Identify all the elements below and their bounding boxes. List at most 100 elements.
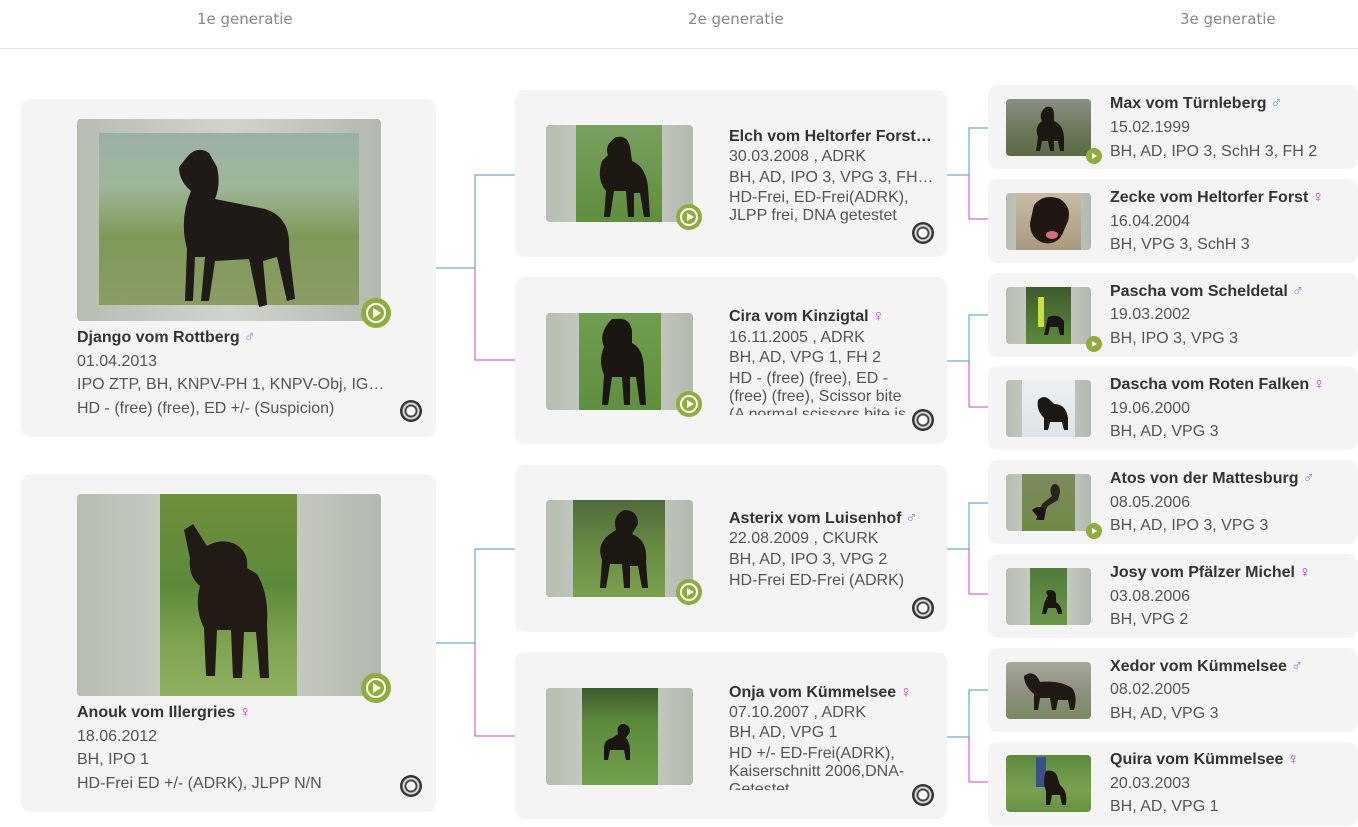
gen3-card[interactable]: Dascha vom Roten Falken ♀ 19.06.2000 BH, …: [988, 366, 1358, 450]
dog-birthdate: 07.10.2007 , ADRK: [729, 704, 866, 721]
club-seal-icon: [912, 409, 934, 431]
dog-photo[interactable]: [546, 688, 693, 785]
dog-titles: BH, AD, VPG 3: [1110, 423, 1219, 440]
dog-titles: BH, AD, VPG 1: [1110, 798, 1219, 815]
dog-name[interactable]: Anouk vom Illergries: [77, 704, 235, 721]
gen3-card[interactable]: Josy vom Pfälzer Michel ♀ 03.08.2006 BH, …: [988, 554, 1358, 638]
dog-name[interactable]: Atos von der Mattesburg: [1110, 470, 1298, 487]
club-seal-icon: [400, 775, 422, 797]
dog-titles: BH, VPG 2: [1110, 611, 1189, 628]
dog-name[interactable]: Pascha vom Scheldetal: [1110, 283, 1288, 300]
female-symbol-icon: ♀: [900, 684, 913, 701]
dog-titles: BH, IPO 3, VPG 3: [1110, 330, 1239, 347]
dog-photo[interactable]: [1006, 193, 1091, 250]
dog-titles: IPO ZTP, BH, KNPV-PH 1, KNPV-Obj, IGP …: [77, 376, 387, 393]
dog-health: HD-Frei ED-Frei (ADRK): [729, 572, 905, 589]
dog-birthdate: 16.04.2004: [1110, 213, 1191, 230]
gen2-card[interactable]: Asterix vom Luisenhof ♂ 22.08.2009 , CKUR…: [515, 465, 947, 632]
dog-health: HD - (free) (free), ED +/- (Suspicion): [77, 400, 335, 417]
female-symbol-icon: ♀: [872, 308, 885, 325]
male-symbol-icon: ♂: [1270, 95, 1283, 112]
gen3-card[interactable]: Pascha vom Scheldetal ♂ 19.03.2002 BH, IP…: [988, 273, 1358, 357]
dog-birthdate: 19.03.2002: [1110, 306, 1191, 323]
dog-name[interactable]: Django vom Rottberg: [77, 329, 240, 346]
dog-birthdate: 08.02.2005: [1110, 681, 1191, 698]
male-symbol-icon: ♂: [905, 510, 918, 527]
dog-photo[interactable]: [77, 119, 381, 321]
club-seal-icon: [400, 400, 422, 422]
female-symbol-icon: ♀: [1312, 189, 1325, 206]
play-icon[interactable]: [1086, 523, 1102, 539]
dog-titles: BH, VPG 3, SchH 3: [1110, 236, 1250, 253]
male-symbol-icon: ♂: [243, 329, 256, 346]
dog-photo[interactable]: [1006, 755, 1091, 812]
dog-health: HD-Frei, ED-Frei(ADRK), JLPP frei, DNA g…: [729, 189, 909, 224]
dog-name[interactable]: Max vom Türnleberg: [1110, 95, 1266, 112]
dog-name[interactable]: Xedor vom Kümmelsee: [1110, 658, 1287, 675]
dog-name[interactable]: Josy vom Pfälzer Michel: [1110, 564, 1295, 581]
female-symbol-icon: ♀: [1313, 376, 1326, 393]
club-seal-icon: [912, 597, 934, 619]
dog-titles: BH, IPO 1: [77, 751, 150, 768]
dog-birthdate: 15.02.1999: [1110, 119, 1191, 136]
club-seal-icon: [912, 784, 934, 806]
dog-titles: BH, AD, IPO 3, SchH 3, FH 2: [1110, 143, 1318, 160]
dog-birthdate: 08.05.2006: [1110, 494, 1191, 511]
play-icon[interactable]: [361, 298, 391, 328]
dog-name[interactable]: Dascha vom Roten Falken: [1110, 376, 1309, 393]
dog-photo[interactable]: [1006, 287, 1091, 344]
play-icon[interactable]: [1086, 148, 1102, 164]
club-seal-icon: [912, 222, 934, 244]
dog-name[interactable]: Quira vom Kümmelsee: [1110, 751, 1283, 768]
play-icon[interactable]: [676, 204, 702, 230]
female-symbol-icon: ♀: [1287, 751, 1300, 768]
gen3-card[interactable]: Xedor vom Kümmelsee ♂ 08.02.2005 BH, AD, …: [988, 648, 1358, 732]
dog-titles: BH, AD, IPO 3, VPG 2: [729, 551, 888, 568]
gen3-card[interactable]: Quira vom Kümmelsee ♀ 20.03.2003 BH, AD, …: [988, 742, 1358, 826]
dog-birthdate: 16.11.2005 , ADRK: [729, 329, 865, 346]
dog-titles: BH, AD, VPG 1, FH 2: [729, 349, 882, 366]
play-icon[interactable]: [1086, 336, 1102, 352]
dog-birthdate: 01.04.2013: [77, 353, 158, 370]
play-icon[interactable]: [676, 579, 702, 605]
gen3-card[interactable]: Max vom Türnleberg ♂ 15.02.1999 BH, AD, I…: [988, 85, 1358, 169]
dog-birthdate: 19.06.2000: [1110, 400, 1191, 417]
dog-titles: BH, AD, IPO 3, VPG 3: [1110, 517, 1269, 534]
dog-photo[interactable]: [1006, 662, 1091, 719]
dog-photo[interactable]: [1006, 474, 1091, 531]
dog-birthdate: 03.08.2006: [1110, 588, 1191, 605]
play-icon[interactable]: [361, 673, 391, 703]
dog-birthdate: 20.03.2003: [1110, 775, 1191, 792]
dog-birthdate: 22.08.2009 , CKURK: [729, 530, 879, 547]
dog-titles: BH, AD, VPG 3: [1110, 705, 1219, 722]
dog-birthdate: 30.03.2008 , ADRK: [729, 148, 866, 165]
gen3-card[interactable]: Atos von der Mattesburg ♂ 08.05.2006 BH, …: [988, 460, 1358, 544]
female-symbol-icon: ♀: [1298, 564, 1311, 581]
female-symbol-icon: ♀: [239, 704, 252, 721]
male-symbol-icon: ♂: [1291, 283, 1304, 300]
dog-health: HD-Frei ED +/- (ADRK), JLPP N/N: [77, 775, 322, 792]
gen2-card[interactable]: Cira vom Kinzigtal ♀ 16.11.2005 , ADRK BH…: [515, 277, 947, 444]
play-icon[interactable]: [676, 391, 702, 417]
dog-photo[interactable]: [77, 494, 381, 696]
dog-titles: BH, AD, VPG 1: [729, 724, 838, 741]
gen1-card-dam[interactable]: Anouk vom Illergries ♀ 18.06.2012 BH, IPO…: [21, 474, 436, 812]
dog-name[interactable]: Onja vom Kümmelsee: [729, 684, 896, 701]
dog-name[interactable]: Cira vom Kinzigtal: [729, 308, 869, 325]
dog-photo[interactable]: [1006, 568, 1091, 625]
gen3-card[interactable]: Zecke vom Heltorfer Forst ♀ 16.04.2004 BH…: [988, 179, 1358, 263]
dog-name[interactable]: Elch vom Heltorfer Forst…: [729, 128, 932, 145]
dog-name[interactable]: Asterix vom Luisenhof: [729, 510, 901, 527]
male-symbol-icon: ♂: [1302, 470, 1315, 487]
dog-birthdate: 18.06.2012: [77, 728, 158, 745]
dog-photo[interactable]: [546, 313, 693, 410]
dog-name[interactable]: Zecke vom Heltorfer Forst: [1110, 189, 1308, 206]
dog-titles: BH, AD, IPO 3, VPG 3, FH…: [729, 169, 934, 186]
dog-photo[interactable]: [546, 500, 693, 597]
dog-photo[interactable]: [546, 125, 693, 222]
dog-photo[interactable]: [1006, 99, 1091, 156]
gen2-card[interactable]: Onja vom Kümmelsee ♀ 07.10.2007 , ADRK BH…: [515, 652, 947, 819]
gen1-card-sire[interactable]: Django vom Rottberg ♂ 01.04.2013 IPO ZTP,…: [21, 99, 436, 437]
gen2-card[interactable]: Elch vom Heltorfer Forst… 30.03.2008 , A…: [515, 90, 947, 257]
dog-photo[interactable]: [1006, 380, 1091, 437]
